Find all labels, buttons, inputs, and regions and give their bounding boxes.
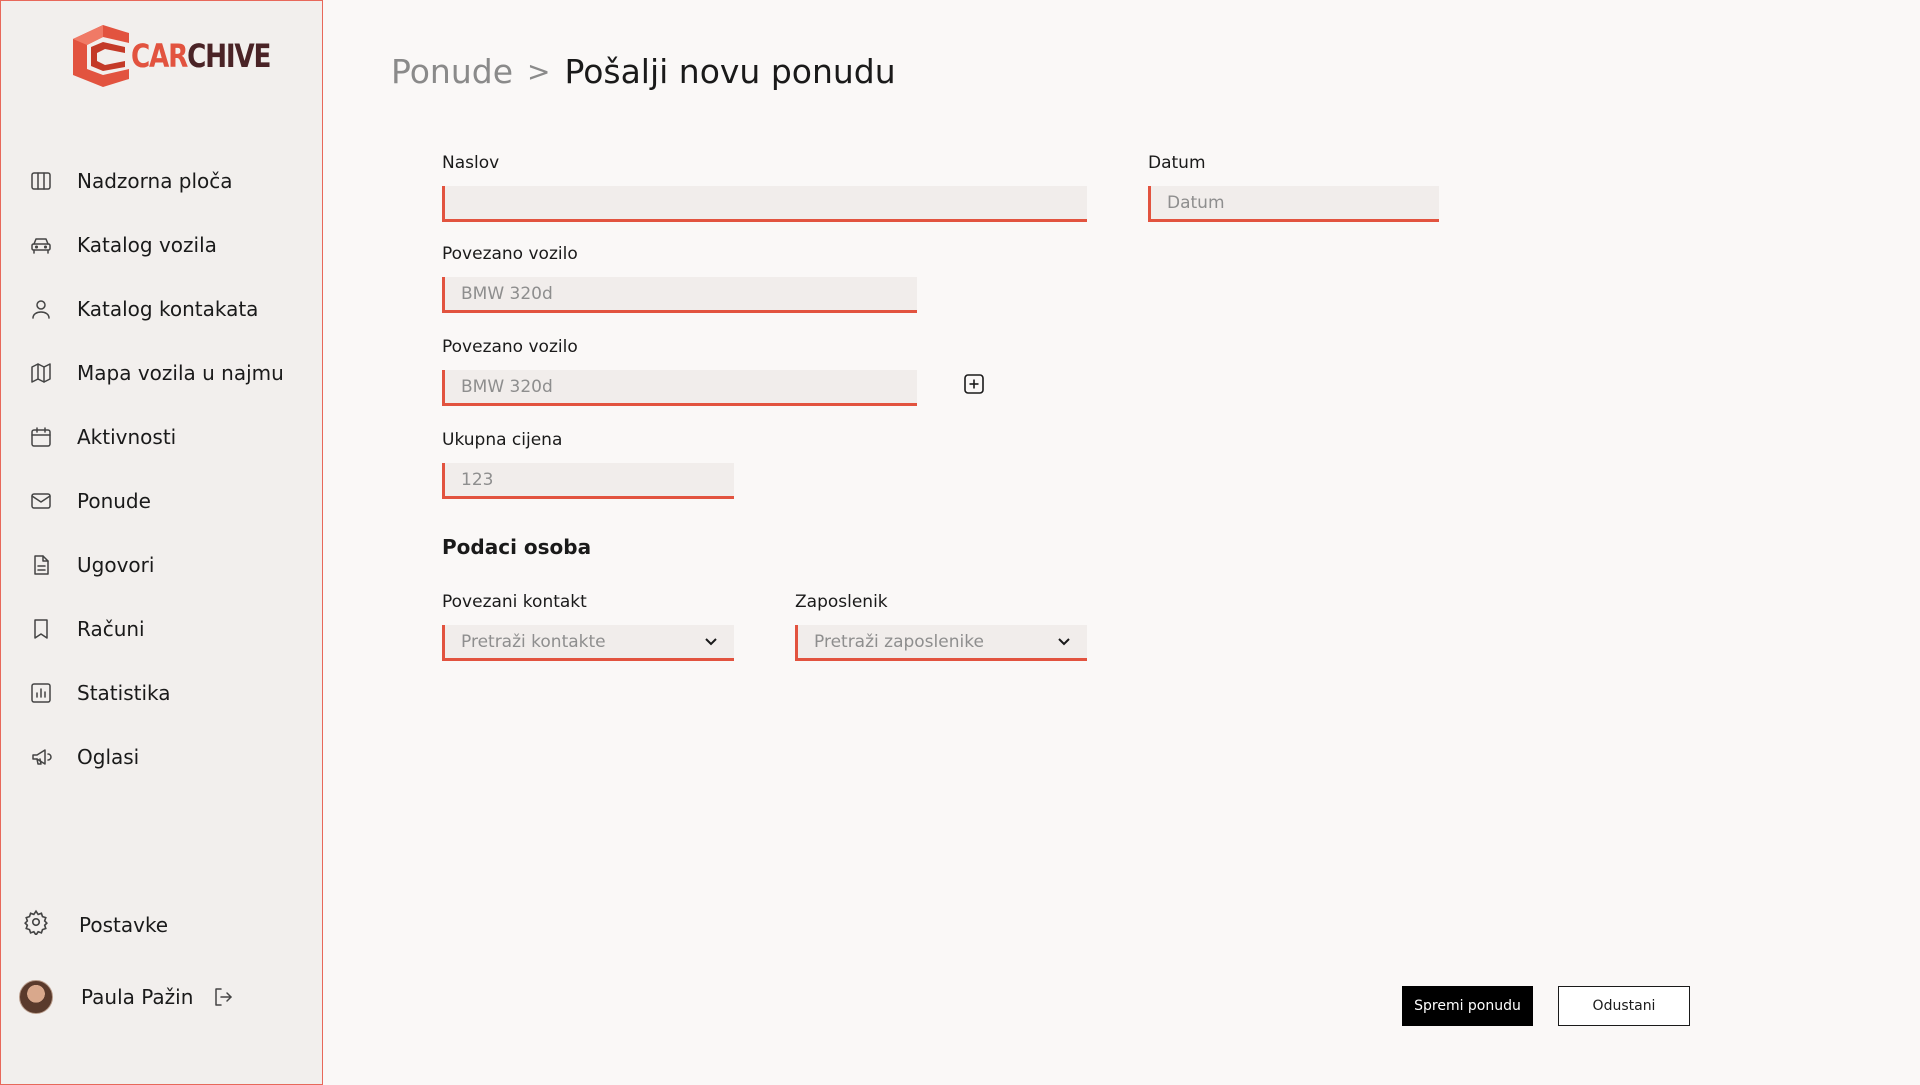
breadcrumb-separator: > [527,55,551,88]
user-name: Paula Pažin [81,985,194,1009]
sidebar-item-label: Oglasi [77,745,140,769]
datum-field[interactable] [1148,186,1439,222]
page-title: Pošalji novu ponudu [564,52,896,91]
sidebar-item-katalog-kontakata[interactable]: Katalog kontakata [29,293,258,325]
logout-icon[interactable] [211,985,235,1009]
document-icon [29,553,53,577]
sidebar-item-label: Ponude [77,489,151,513]
sidebar-item-label: Računi [77,617,145,641]
kontakt-select[interactable]: Pretraži kontakte [442,625,734,661]
carchive-logo[interactable]: CARCHIVE [73,25,301,87]
map-icon [29,361,53,385]
sidebar-item-label: Statistika [77,681,171,705]
add-vehicle-button[interactable] [963,373,985,395]
cijena-label: Ukupna cijena [442,430,563,450]
kontakt-placeholder: Pretraži kontakte [461,631,606,652]
receipt-icon [29,617,53,641]
sidebar-item-nadzorna-ploca[interactable]: Nadzorna ploča [29,165,233,197]
chevron-down-icon [705,637,717,645]
sidebar-item-label: Katalog kontakata [77,297,259,321]
zaposlenik-select[interactable]: Pretraži zaposlenike [795,625,1087,661]
naslov-field[interactable] [442,186,1087,222]
sidebar-item-postavke[interactable]: Postavke [23,909,168,940]
chart-icon [29,681,53,705]
brand-name: CARCHIVE [131,37,271,75]
naslov-input[interactable] [461,192,1087,213]
vozilo1-input[interactable] [461,283,917,304]
plus-square-icon [964,374,984,394]
cijena-field[interactable] [442,463,734,499]
mail-icon [29,489,53,513]
sidebar-item-oglasi[interactable]: Oglasi [29,741,139,773]
avatar[interactable] [19,980,53,1014]
naslov-label: Naslov [442,153,500,173]
zaposlenik-placeholder: Pretraži zaposlenike [814,631,984,652]
settings-label: Postavke [79,912,169,937]
sidebar-item-label: Mapa vozila u najmu [77,361,284,385]
vozilo2-label: Povezano vozilo [442,337,578,357]
breadcrumb-parent[interactable]: Ponude [391,52,513,91]
sidebar-item-label: Aktivnosti [77,425,177,449]
cijena-input[interactable] [461,469,734,490]
cancel-button[interactable]: Odustani [1558,986,1690,1026]
sidebar-item-label: Nadzorna ploča [77,169,233,193]
vozilo1-label: Povezano vozilo [442,244,578,264]
vozilo1-field[interactable] [442,277,917,313]
sidebar-item-label: Ugovori [77,553,155,577]
sidebar-item-label: Katalog vozila [77,233,217,257]
sidebar-item-mapa-vozila[interactable]: Mapa vozila u najmu [29,357,284,389]
carchive-logo-icon [73,25,129,87]
sidebar-item-statistika[interactable]: Statistika [29,677,171,709]
calendar-icon [29,425,53,449]
breadcrumb: Ponude > Pošalji novu ponudu [391,52,896,91]
save-offer-button[interactable]: Spremi ponudu [1402,986,1533,1026]
vozilo2-field[interactable] [442,370,917,406]
kontakt-label: Povezani kontakt [442,592,587,612]
chevron-down-icon [1058,637,1070,645]
dashboard-icon [29,169,53,193]
vozilo2-input[interactable] [461,376,917,397]
car-icon [29,233,53,257]
sidebar-item-aktivnosti[interactable]: Aktivnosti [29,421,176,453]
datum-label: Datum [1148,153,1206,173]
sidebar-item-racuni[interactable]: Računi [29,613,145,645]
sidebar-item-ponude[interactable]: Ponude [29,485,151,517]
sidebar-item-ugovori[interactable]: Ugovori [29,549,154,581]
datum-input[interactable] [1167,192,1439,213]
user-icon [29,297,53,321]
megaphone-icon [29,745,53,769]
sidebar-item-katalog-vozila[interactable]: Katalog vozila [29,229,217,261]
zaposlenik-label: Zaposlenik [795,592,888,612]
sidebar: CARCHIVE Nadzorna ploča Katalog vozila K… [0,0,323,1085]
user-profile: Paula Pažin [19,980,235,1014]
gear-icon [23,909,49,940]
section-title-podaci-osoba: Podaci osoba [442,535,592,559]
